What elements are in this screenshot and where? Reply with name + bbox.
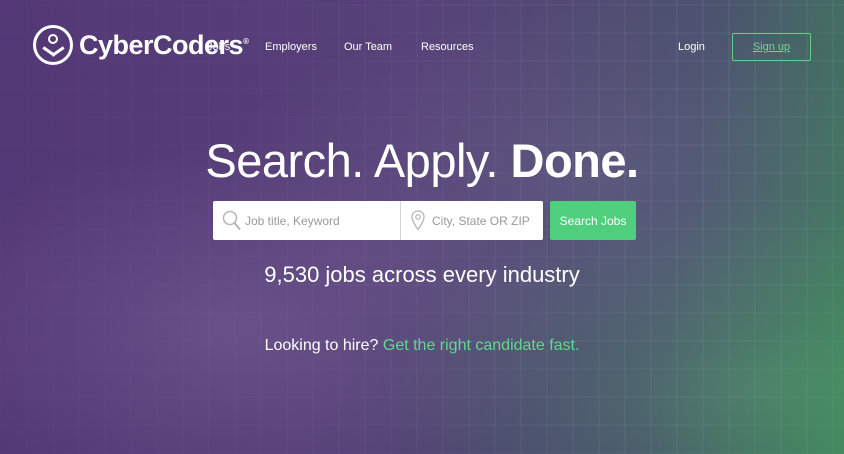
search-jobs-button[interactable]: Search Jobs xyxy=(550,201,636,240)
nav-resources[interactable]: Resources xyxy=(421,41,474,53)
hire-link[interactable]: Get the right candidate fast. xyxy=(383,337,580,354)
nav-jobs[interactable]: Jobs xyxy=(207,41,230,53)
hire-prompt-text: Looking to hire? xyxy=(264,337,383,354)
location-field xyxy=(401,201,543,240)
login-link[interactable]: Login xyxy=(678,41,705,53)
nav-our-team[interactable]: Our Team xyxy=(344,41,392,53)
nav-employers[interactable]: Employers xyxy=(265,41,317,53)
page-headline: Search. Apply. Done. xyxy=(205,134,639,187)
jobs-count-text: 9,530 jobs across every industry xyxy=(264,262,580,287)
main-nav: Jobs Employers Our Team Resources Login xyxy=(0,41,844,55)
search-icon xyxy=(222,210,241,231)
hire-prompt: Looking to hire? Get the right candidate… xyxy=(0,337,844,355)
keyword-field xyxy=(213,201,401,240)
map-pin-icon xyxy=(411,210,425,231)
signup-button[interactable]: Sign up xyxy=(732,33,811,61)
search-bar xyxy=(213,201,543,240)
